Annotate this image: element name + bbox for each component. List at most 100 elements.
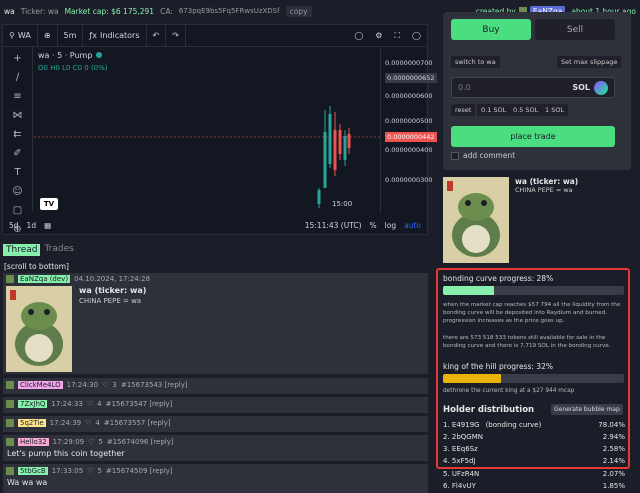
post-time: 17:24:33: [51, 400, 83, 408]
crosshair-icon[interactable]: +: [13, 51, 21, 67]
holder-row[interactable]: 5. UFzR4N 2.07%: [443, 470, 625, 478]
search-icon: ⚲: [9, 31, 15, 40]
avatar: [6, 438, 14, 446]
reply-post: 5tbGcB 17:33:05 ♡ 5 #15674509 [reply] Wa…: [3, 464, 428, 493]
token-description: CHINA PEPE = wa: [515, 186, 573, 194]
post-body: Wa wa wa: [7, 478, 48, 487]
heart-icon[interactable]: ♡: [88, 438, 94, 446]
range-1d[interactable]: 1d: [27, 221, 37, 230]
holder-pct: 78.04%: [598, 421, 625, 429]
avatar: [6, 400, 14, 408]
post-user[interactable]: ClickMe4LO: [18, 381, 63, 389]
plot-area[interactable]: wa · 5 · Pump O0 H0 L0 C0 0 (0%) TV: [34, 48, 380, 213]
tradingview-logo: TV: [40, 198, 58, 210]
price-scale[interactable]: 0.0000000700 0.0000000652 0.0000000600 0…: [380, 48, 437, 213]
candle: [317, 190, 321, 204]
goto-icon[interactable]: ▦: [44, 221, 51, 230]
symbol-search[interactable]: ⚲ WA: [3, 25, 38, 46]
reply-post: 5q2Tie 17:24:39 ♡ 4 #15673557 [reply]: [3, 416, 428, 432]
token-image: [6, 286, 72, 372]
interval-button[interactable]: 5m: [58, 25, 84, 46]
bubble-map-button[interactable]: Generate bubble map: [551, 404, 623, 415]
heart-icon[interactable]: ♡: [87, 400, 93, 408]
log-toggle[interactable]: log: [385, 221, 396, 230]
alert-button[interactable]: ◯: [348, 25, 369, 46]
tab-trades[interactable]: Trades: [44, 244, 73, 256]
post-time: 04.10.2024, 17:24:28: [74, 275, 151, 283]
checkbox[interactable]: [451, 151, 459, 160]
post-id[interactable]: #15674096 [reply]: [107, 438, 174, 446]
brush-icon[interactable]: ✐: [13, 146, 21, 162]
post-likes: 5: [97, 467, 102, 475]
post-user[interactable]: 5q2Tie: [18, 419, 46, 427]
add-symbol-button[interactable]: ⊕: [38, 25, 58, 46]
post-user[interactable]: 7ZxJhQ: [18, 400, 48, 408]
switch-token-button[interactable]: switch to wa: [451, 56, 500, 68]
symbol-label: WA: [17, 31, 31, 40]
amount-input[interactable]: 0.0 SOL: [451, 77, 615, 98]
holder-row[interactable]: 3. EEq6Sz 2.58%: [443, 445, 625, 453]
ticker: Ticker: wa: [20, 6, 59, 16]
percent-toggle[interactable]: %: [370, 221, 377, 230]
post-likes: 4: [97, 400, 102, 408]
tab-thread[interactable]: Thread: [3, 244, 41, 256]
koth-progress-fill: [443, 374, 501, 383]
buy-tab[interactable]: Buy: [451, 19, 531, 40]
holder-row[interactable]: 1. E4919G (bonding curve) 78.04%: [443, 421, 625, 429]
settings-button[interactable]: ⚙: [369, 25, 388, 46]
candle: [333, 130, 337, 170]
holder-row[interactable]: 6. Fl4vUY 1.85%: [443, 482, 625, 490]
post-user[interactable]: 5tbGcB: [18, 467, 48, 475]
snapshot-button[interactable]: ◯: [406, 25, 427, 46]
sell-tab[interactable]: Sell: [535, 19, 615, 40]
add-comment-label: add comment: [463, 151, 516, 160]
prediction-icon[interactable]: ⇇: [13, 127, 21, 143]
fib-icon[interactable]: ≡: [13, 89, 21, 105]
redo-button[interactable]: ↷: [166, 25, 186, 46]
pattern-icon[interactable]: ⋈: [13, 108, 23, 124]
post-id[interactable]: #15673557 [reply]: [104, 419, 171, 427]
holder-distribution-title: Holder distribution: [443, 405, 535, 415]
holder-rank: 4. 5xF5dJ: [443, 457, 476, 465]
scroll-to-bottom-link[interactable]: [scroll to bottom]: [4, 262, 69, 271]
frog-icon: [10, 290, 63, 366]
range-5d[interactable]: 5d: [9, 221, 19, 230]
post-user[interactable]: EaNZqa (dev): [18, 275, 71, 283]
copy-button[interactable]: copy: [285, 5, 312, 17]
op-desc: CHINA PEPE = wa: [79, 297, 142, 305]
quick-0.5[interactable]: 0.5 SOL: [509, 104, 543, 116]
heart-icon[interactable]: ♡: [102, 381, 108, 389]
post-id[interactable]: #15673543 [reply]: [121, 381, 188, 389]
holder-row[interactable]: 4. 5xF5dJ 2.14%: [443, 457, 625, 465]
post-likes: 5: [98, 438, 103, 446]
gear-icon: ⚙: [375, 31, 383, 40]
time-label: 15:00: [332, 200, 353, 208]
fullscreen-button[interactable]: ⛶: [388, 25, 406, 46]
holder-row[interactable]: 2. 2bQGMN 2.94%: [443, 433, 625, 441]
emoji-icon[interactable]: ☺: [12, 184, 22, 200]
post-id[interactable]: #15673547 [reply]: [106, 400, 173, 408]
heart-icon[interactable]: ♡: [85, 419, 91, 427]
bonding-progress-bar: [443, 286, 624, 295]
auto-toggle[interactable]: auto: [404, 221, 421, 230]
quick-1[interactable]: 1 SOL: [541, 104, 569, 116]
plus-icon: ⊕: [43, 31, 51, 40]
indicators-button[interactable]: ƒx Indicators: [83, 25, 147, 46]
heart-icon[interactable]: ♡: [87, 467, 93, 475]
quick-reset[interactable]: reset: [451, 104, 476, 116]
text-icon[interactable]: T: [14, 165, 20, 181]
undo-icon: ↶: [152, 31, 160, 40]
slippage-button[interactable]: Set max slippage: [557, 56, 622, 68]
drawing-tools: + ∕ ≡ ⋈ ⇇ ✐ T ☺ ▢ ⊕: [3, 47, 33, 235]
price-chart[interactable]: ⚲ WA ⊕ 5m ƒx Indicators ↶ ↷ ◯ ⚙ ⛶ ◯ + ∕ …: [2, 24, 437, 235]
post-id[interactable]: #15674509 [reply]: [106, 467, 173, 475]
place-trade-button[interactable]: place trade: [451, 126, 615, 147]
quick-0.1[interactable]: 0.1 SOL: [477, 104, 511, 116]
undo-button[interactable]: ↶: [147, 25, 167, 46]
price-label: 0.0000000400: [385, 146, 433, 154]
add-comment-toggle[interactable]: add comment: [451, 151, 515, 160]
utc-clock[interactable]: 15:11:43 (UTC): [305, 221, 362, 230]
current-price-label: 0.0000000442: [385, 132, 437, 142]
post-user[interactable]: Hello32: [18, 438, 49, 446]
trendline-icon[interactable]: ∕: [16, 70, 19, 86]
